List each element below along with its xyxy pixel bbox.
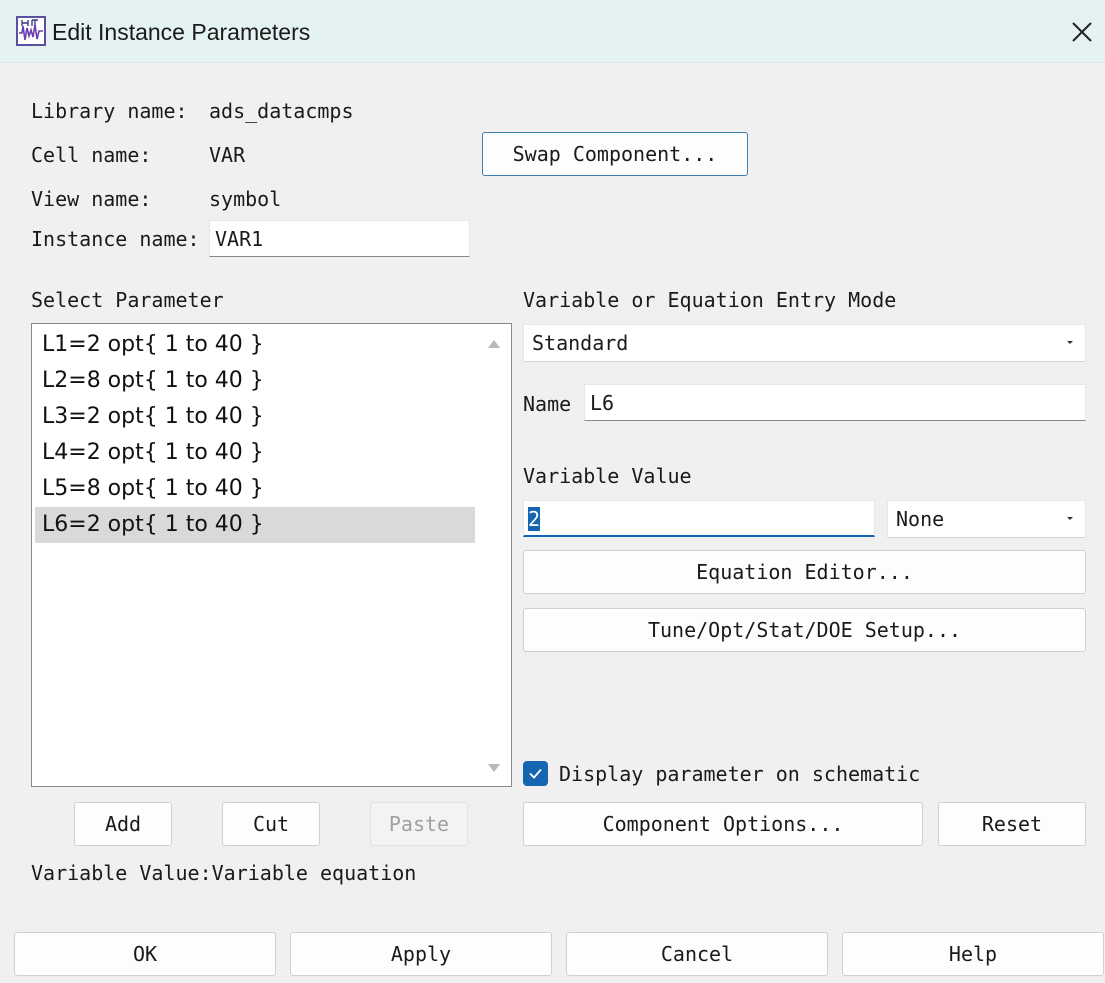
apply-button[interactable]: Apply	[290, 932, 552, 976]
add-button[interactable]: Add	[74, 802, 172, 846]
cancel-button[interactable]: Cancel	[566, 932, 828, 976]
entry-mode-label: Variable or Equation Entry Mode	[523, 288, 897, 312]
status-text: Variable Value:Variable equation	[31, 861, 417, 885]
entry-mode-select[interactable]: Standard	[523, 324, 1086, 362]
app-icon	[16, 16, 46, 46]
list-item[interactable]: L5=8 opt{ 1 to 40 }	[35, 471, 475, 507]
list-item[interactable]: L4=2 opt{ 1 to 40 }	[35, 435, 475, 471]
select-parameter-label: Select Parameter	[31, 288, 224, 312]
cell-name-value: VAR	[209, 143, 246, 167]
help-button[interactable]: Help	[842, 932, 1104, 976]
unit-select[interactable]: None	[887, 500, 1086, 538]
parameter-list[interactable]: L1=2 opt{ 1 to 40 } L2=8 opt{ 1 to 40 } …	[31, 323, 512, 787]
list-scrollbar[interactable]	[477, 324, 511, 786]
ok-button[interactable]: OK	[14, 932, 276, 976]
instance-name-field[interactable]: VAR1	[209, 220, 470, 257]
equation-editor-button[interactable]: Equation Editor...	[523, 550, 1086, 594]
name-label: Name	[523, 392, 572, 416]
variable-value-label: Variable Value	[523, 464, 692, 488]
tune-opt-setup-button[interactable]: Tune/Opt/Stat/DOE Setup...	[523, 608, 1086, 652]
view-name-label: View name:	[31, 187, 152, 211]
instance-name-label: Instance name:	[31, 227, 200, 251]
unit-value: None	[896, 507, 945, 531]
list-item[interactable]: L3=2 opt{ 1 to 40 }	[35, 399, 475, 435]
variable-value-field[interactable]: 2	[523, 500, 875, 537]
view-name-value: symbol	[209, 187, 282, 211]
list-item-selected[interactable]: L6=2 opt{ 1 to 40 }	[35, 507, 475, 543]
variable-value-text: 2	[528, 507, 541, 531]
entry-mode-value: Standard	[532, 331, 629, 355]
reset-button[interactable]: Reset	[938, 802, 1086, 846]
display-parameter-label[interactable]: Display parameter on schematic	[559, 762, 920, 786]
display-parameter-checkbox[interactable]	[523, 761, 548, 786]
library-name-label: Library name:	[31, 99, 188, 123]
list-item[interactable]: L2=8 opt{ 1 to 40 }	[35, 363, 475, 399]
library-name-value: ads_datacmps	[209, 99, 354, 123]
close-icon[interactable]	[1062, 12, 1102, 52]
name-field[interactable]: L6	[584, 384, 1086, 421]
chevron-down-icon	[1067, 341, 1073, 344]
component-options-button[interactable]: Component Options...	[523, 802, 923, 846]
chevron-down-icon	[1067, 517, 1073, 520]
checkmark-icon	[529, 768, 542, 779]
cut-button[interactable]: Cut	[222, 802, 320, 846]
scroll-up-icon[interactable]	[488, 340, 500, 348]
paste-button[interactable]: Paste	[370, 802, 468, 846]
list-item[interactable]: L1=2 opt{ 1 to 40 }	[35, 327, 475, 363]
scroll-down-icon[interactable]	[488, 764, 500, 772]
swap-component-button[interactable]: Swap Component...	[482, 132, 748, 176]
window-title: Edit Instance Parameters	[52, 19, 311, 45]
cell-name-label: Cell name:	[31, 143, 152, 167]
